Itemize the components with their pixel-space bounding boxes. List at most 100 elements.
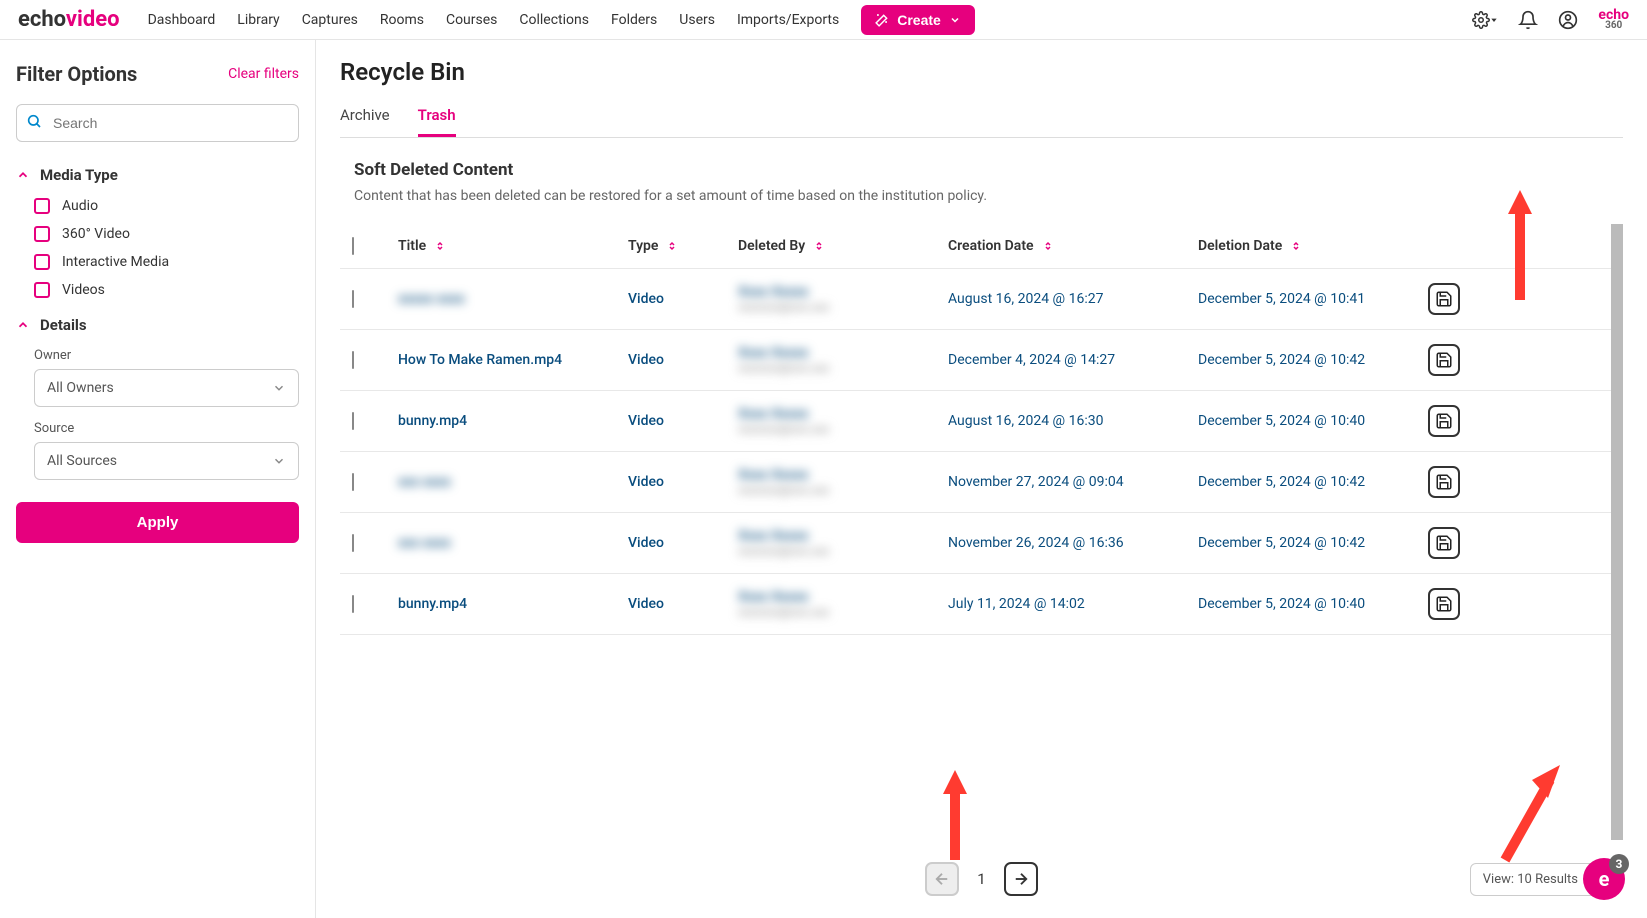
chevron-down-icon [949,14,961,26]
restore-button[interactable] [1428,344,1460,376]
owner-value: All Owners [47,380,114,396]
nav-imports-exports[interactable]: Imports/Exports [737,12,839,28]
row-created: August 16, 2024 @ 16:27 [948,291,1198,307]
nav-captures[interactable]: Captures [302,12,358,28]
chevron-down-icon [272,381,286,395]
next-page-button[interactable] [1004,862,1038,896]
col-title[interactable]: Title [398,238,426,254]
row-type: Video [628,596,738,612]
chevron-up-icon [16,168,30,182]
bell-icon[interactable] [1518,10,1538,30]
media-type-360[interactable]: 360° Video [34,226,299,242]
row-checkbox[interactable] [352,534,354,552]
row-title[interactable]: xxx xxxx [398,535,628,551]
clear-filters-link[interactable]: Clear filters [228,66,299,82]
row-title[interactable]: xxx xxxx [398,474,628,490]
row-checkbox[interactable] [352,473,354,491]
view-results-label: View: 10 Results [1483,872,1578,887]
restore-button[interactable] [1428,283,1460,315]
restore-button[interactable] [1428,405,1460,437]
restore-button[interactable] [1428,466,1460,498]
table-row: xxx xxxx Video Xxxx Xxxxx xxxxxxx@xxx.xx… [340,452,1611,513]
create-button[interactable]: Create [861,5,975,35]
badge-letter: e [1599,867,1610,891]
col-type[interactable]: Type [628,238,658,254]
sort-icon[interactable] [434,239,446,253]
col-creation[interactable]: Creation Date [948,238,1034,254]
badge-count: 3 [1609,854,1629,874]
row-checkbox[interactable] [352,412,354,430]
source-value: All Sources [47,453,117,469]
row-type: Video [628,535,738,551]
source-select[interactable]: All Sources [34,442,299,480]
media-type-label: Audio [62,198,98,214]
row-type: Video [628,413,738,429]
col-deletion[interactable]: Deletion Date [1198,238,1282,254]
row-deleted: December 5, 2024 @ 10:41 [1198,291,1428,307]
sort-icon[interactable] [1290,239,1302,253]
restore-button[interactable] [1428,588,1460,620]
save-icon [1435,473,1453,491]
checkbox-icon [34,198,50,214]
nav-library[interactable]: Library [237,12,279,28]
row-checkbox[interactable] [352,290,354,308]
nav-folders[interactable]: Folders [611,12,657,28]
save-icon [1435,595,1453,613]
save-icon [1435,290,1453,308]
section-desc: Content that has been deleted can be res… [340,188,1623,204]
chevron-up-icon [16,318,30,332]
nav-dashboard[interactable]: Dashboard [148,12,216,28]
nav-collections[interactable]: Collections [519,12,589,28]
media-type-videos[interactable]: Videos [34,282,299,298]
row-deleted: December 5, 2024 @ 10:40 [1198,413,1428,429]
checkbox-icon [34,254,50,270]
apply-button[interactable]: Apply [16,502,299,543]
media-type-label: 360° Video [62,226,130,242]
table-row: bunny.mp4 Video Xxxx Xxxxx xxxxxxx@xxx.x… [340,391,1611,452]
nav-users[interactable]: Users [679,12,715,28]
restore-button[interactable] [1428,527,1460,559]
search-input[interactable] [16,104,299,142]
details-section[interactable]: Details [16,316,299,334]
nav-courses[interactable]: Courses [446,12,497,28]
tab-archive[interactable]: Archive [340,106,390,137]
row-checkbox[interactable] [352,351,354,369]
search-icon [26,113,42,133]
brand-badge[interactable]: echo 360 [1598,9,1629,31]
media-type-section[interactable]: Media Type [16,166,299,184]
owner-select[interactable]: All Owners [34,369,299,407]
row-title[interactable]: xxxxx xxxx [398,291,628,307]
row-deletedby: Xxxx Xxxxx xxxxxxx@xxx.xxx [738,467,948,497]
media-type-audio[interactable]: Audio [34,198,299,214]
pagination: 1 View: 10 Results [340,840,1623,918]
select-all-checkbox[interactable] [352,237,354,255]
checkbox-icon [34,282,50,298]
user-icon[interactable] [1558,10,1578,30]
row-type: Video [628,352,738,368]
settings-icon[interactable] [1472,11,1498,29]
save-icon [1435,412,1453,430]
col-deletedby[interactable]: Deleted By [738,238,805,254]
row-checkbox[interactable] [352,595,354,613]
row-created: July 11, 2024 @ 14:02 [948,596,1198,612]
row-created: November 27, 2024 @ 09:04 [948,474,1198,490]
magic-wand-icon [875,13,889,27]
sort-icon[interactable] [666,239,678,253]
tab-trash[interactable]: Trash [418,106,456,137]
row-title[interactable]: bunny.mp4 [398,596,628,612]
row-title[interactable]: bunny.mp4 [398,413,628,429]
row-created: December 4, 2024 @ 14:27 [948,352,1198,368]
logo[interactable]: echovideo [18,7,120,32]
top-nav: echovideo Dashboard Library Captures Roo… [0,0,1647,40]
nav-items: Dashboard Library Captures Rooms Courses… [148,12,840,28]
sort-icon[interactable] [813,239,825,253]
media-type-interactive[interactable]: Interactive Media [34,254,299,270]
table-scroll[interactable]: Title Type Deleted By Creation Date Dele… [340,224,1623,840]
help-badge[interactable]: e 3 [1583,858,1625,900]
owner-label: Owner [34,348,299,363]
row-type: Video [628,291,738,307]
details-title: Details [40,316,87,334]
row-title[interactable]: How To Make Ramen.mp4 [398,352,628,368]
nav-rooms[interactable]: Rooms [380,12,424,28]
sort-icon[interactable] [1042,239,1054,253]
